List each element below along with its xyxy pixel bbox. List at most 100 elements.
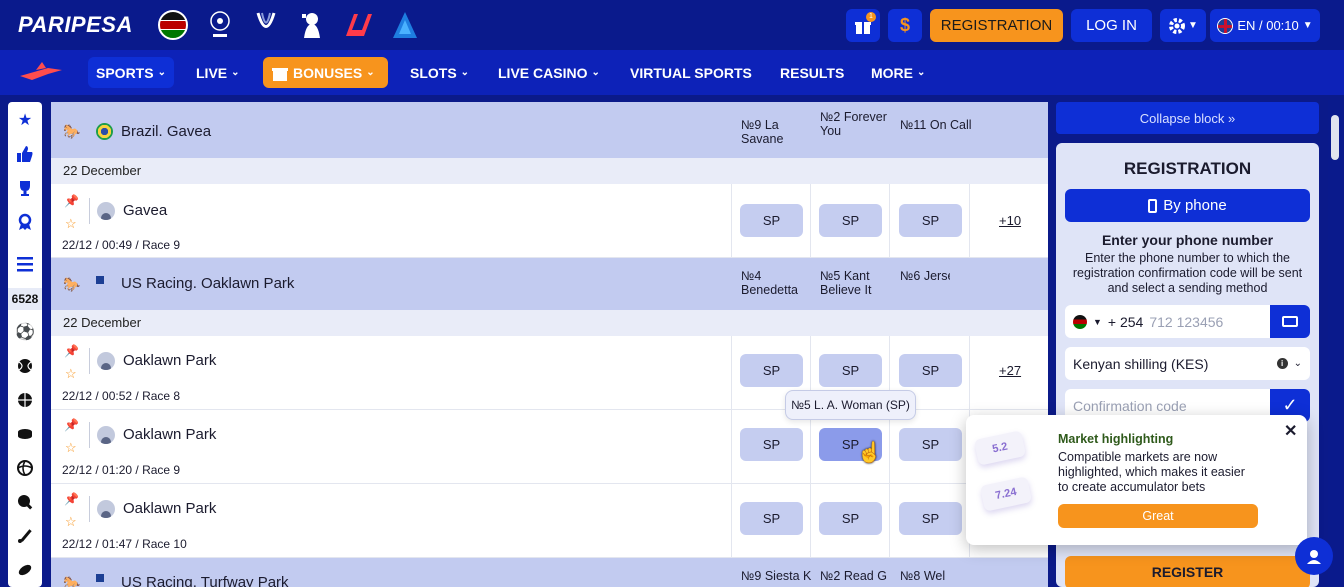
event-name[interactable]: Oaklawn Park [123,500,216,517]
support-agent-icon [1307,550,1321,564]
odds-tooltip: №5 L. A. Woman (SP) [785,390,916,420]
nav-label: VIRTUAL SPORTS [630,64,752,81]
registration-button[interactable]: REGISTRATION [930,9,1063,42]
left-sidebar: ★ 6528 ⚽ [8,102,42,587]
odds-button[interactable]: SP [899,354,962,387]
info-icon[interactable]: i [1276,358,1288,369]
favorite-star-icon[interactable]: ☆ [65,366,77,382]
gift-badge: 1 [866,12,876,22]
close-icon[interactable]: ✕ [1284,421,1297,441]
nav-live[interactable]: LIVE ⌄ [188,57,248,88]
deposit-button[interactable]: $ [888,9,922,42]
divider [889,484,890,557]
event-name[interactable]: Oaklawn Park [123,426,216,443]
more-markets-link[interactable]: +10 [999,213,1021,228]
settings-button[interactable]: ▼ [1160,9,1206,42]
event-row[interactable]: 📌 ☆ Gavea 22/12 / 00:49 / Race 9 SP SP S… [51,184,1048,258]
divider [889,184,890,257]
support-chat-button[interactable] [1295,537,1333,575]
odds-button[interactable]: SP [740,204,803,237]
chevron-down-icon[interactable]: ▼ [1093,317,1102,327]
divider [731,336,732,409]
aviator-icon[interactable] [18,58,66,86]
brazil-flag-icon [96,123,113,140]
laliga-icon[interactable] [340,8,374,42]
tennis-icon[interactable] [8,350,42,382]
football-icon[interactable]: ⚽ [8,316,42,348]
nav-more[interactable]: MORE ⌄ [863,57,933,88]
basketball-icon[interactable] [8,384,42,416]
runner-column-header: №11 On Call [900,118,972,132]
great-button[interactable]: Great [1058,504,1258,528]
collapse-block-button[interactable]: Collapse block » [1056,102,1319,134]
event-meta: 22/12 / 01:47 / Race 10 [62,537,187,551]
premier-league-icon[interactable] [295,8,329,42]
serie-a-icon[interactable] [388,8,422,42]
cricket-icon[interactable] [8,520,42,552]
chevron-down-icon: ⌄ [231,67,240,78]
pin-icon[interactable]: 📌 [64,492,79,506]
currency-select[interactable]: Kenyan shilling (KES) i ⌄ [1065,347,1310,380]
odds-button[interactable]: SP [740,502,803,535]
pin-icon[interactable]: 📌 [64,344,79,358]
scrollbar-track[interactable] [1328,100,1342,587]
favorite-star-icon[interactable]: ☆ [65,440,77,456]
table-tennis-icon[interactable] [8,486,42,518]
trophy-icon[interactable] [8,172,42,204]
by-phone-tab[interactable]: By phone [1065,189,1310,222]
scrollbar-thumb[interactable] [1331,115,1339,160]
nav-live-casino[interactable]: LIVE CASINO ⌄ [490,57,608,88]
event-name[interactable]: Oaklawn Park [123,352,216,369]
nav-virtual-sports[interactable]: VIRTUAL SPORTS [622,57,760,88]
champions-league-icon[interactable] [203,8,237,42]
more-markets-link[interactable]: +27 [999,363,1021,378]
nav-slots[interactable]: SLOTS ⌄ [402,57,477,88]
nav-sports[interactable]: SPORTS ⌄ [88,57,174,88]
brand-logo[interactable]: PARIPESA [18,12,133,38]
odds-button[interactable]: SP [819,204,882,237]
phone-input[interactable] [1149,313,1260,330]
medal-icon[interactable] [8,206,42,238]
send-email-button[interactable] [1270,305,1310,338]
nav-label: SLOTS [410,64,457,81]
language-selector[interactable]: EN / 00:10 ▼ [1210,9,1320,42]
menu-list-icon[interactable] [8,248,42,280]
american-football-icon[interactable] [8,554,42,586]
event-row[interactable]: 📌 ☆ Oaklawn Park 22/12 / 01:47 / Race 10… [51,484,1048,558]
league-header[interactable]: 🐎 US Racing. Oaklawn Park №4 Benedetta №… [51,258,1048,310]
favorite-star-icon[interactable]: ☆ [65,514,77,530]
europa-league-icon[interactable] [249,8,283,42]
login-button[interactable]: LOG IN [1071,9,1152,42]
favorites-star-icon[interactable]: ★ [8,104,42,136]
odds-button[interactable]: SP [899,204,962,237]
odds-button[interactable]: SP [819,354,882,387]
runner-column-header: №6 Jersey Pearl [900,269,950,283]
odds-button[interactable]: SP [899,428,962,461]
divider [810,184,811,257]
volleyball-icon[interactable] [8,452,42,484]
odds-button[interactable]: SP [819,502,882,535]
by-phone-label: By phone [1163,197,1227,214]
odds-button[interactable]: SP [740,354,803,387]
ice-hockey-icon[interactable] [8,418,42,450]
pin-icon[interactable]: 📌 [64,418,79,432]
thumbs-up-icon[interactable] [8,138,42,170]
horse-racing-icon: 🐎 [63,276,81,292]
register-submit-button[interactable]: REGISTER [1065,556,1310,587]
event-name[interactable]: Gavea [123,202,167,219]
nav-results[interactable]: RESULTS [772,57,852,88]
favorite-star-icon[interactable]: ☆ [65,216,77,232]
confirmation-code-input[interactable] [1073,397,1253,414]
mail-icon [1282,316,1298,327]
event-row[interactable]: 📌 ☆ Oaklawn Park 22/12 / 01:20 / Race 9 … [51,410,1048,484]
league-header[interactable]: 🐎 US Racing. Turfway Park №9 Siesta K №2… [51,558,1048,587]
odds-button[interactable]: SP [899,502,962,535]
league-header[interactable]: 🐎 Brazil. Gavea №9 La Savane №2 Forever … [51,102,1048,158]
kenya-team-icon[interactable] [156,8,190,42]
pin-icon[interactable]: 📌 [64,194,79,208]
enter-phone-description: Enter the phone number to which the regi… [1072,251,1303,295]
nav-bonuses[interactable]: BONUSES ⌄ [263,57,388,88]
kenya-flag-icon[interactable] [1073,314,1087,329]
gift-button[interactable]: 1 [846,9,880,42]
odds-button[interactable]: SP [740,428,803,461]
